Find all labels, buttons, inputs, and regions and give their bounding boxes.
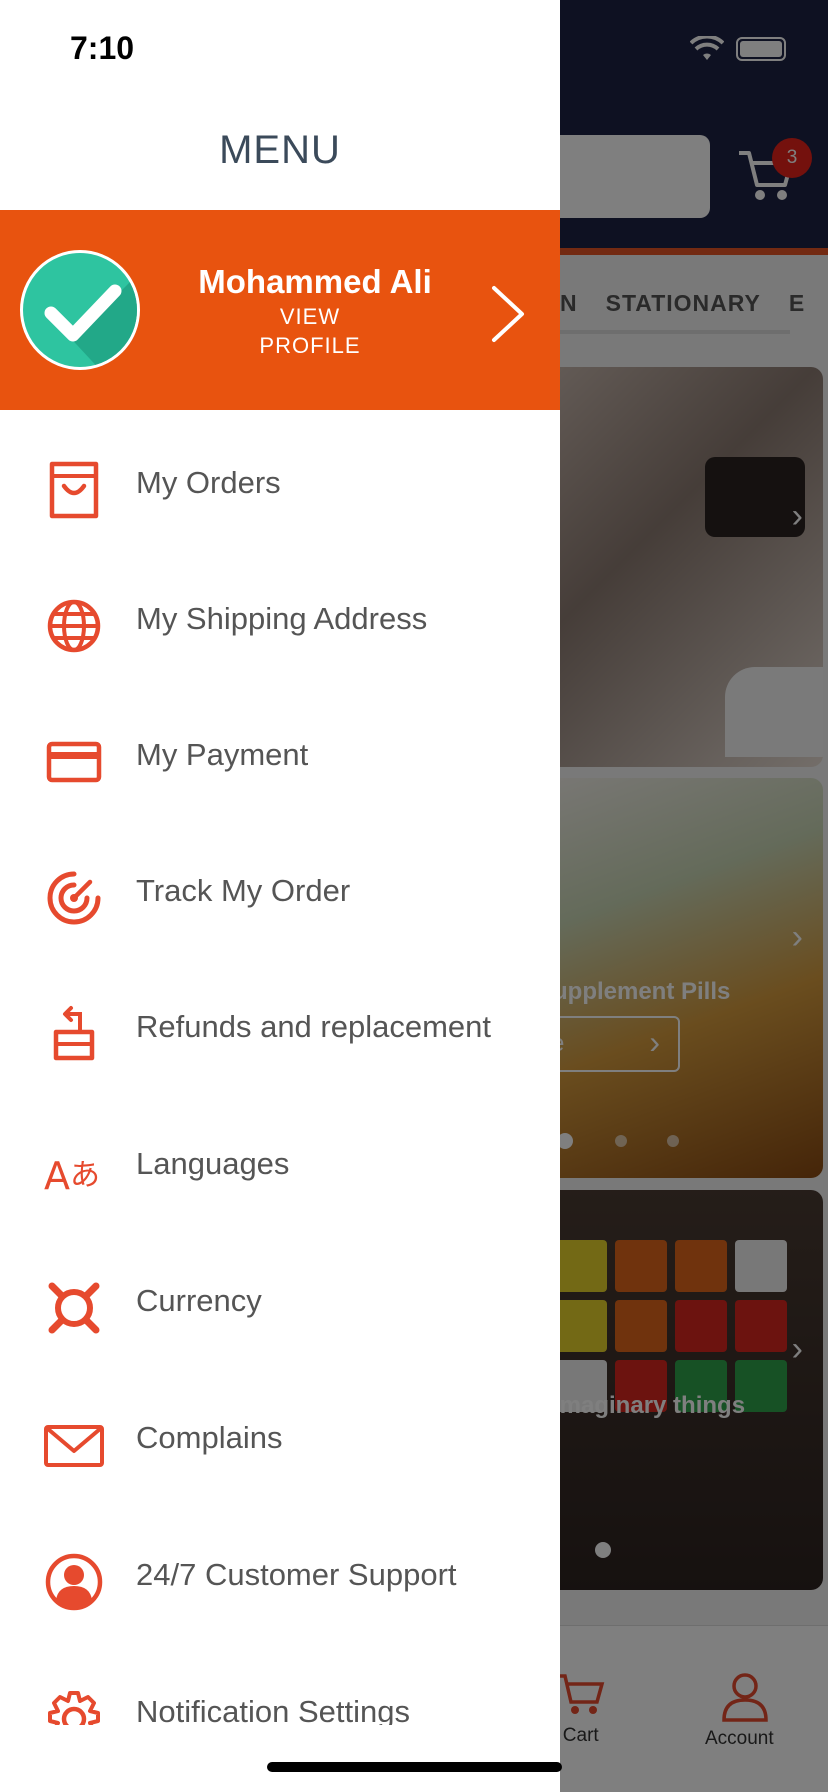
svg-text:A: A [44, 1154, 70, 1198]
gear-icon [48, 1691, 100, 1725]
menu-item-refunds[interactable]: Refunds and replacement [0, 964, 560, 1094]
checkmark-icon [44, 275, 137, 367]
menu-item-languages[interactable]: A あ Languages [0, 1101, 560, 1231]
status-time: 7:10 [70, 30, 135, 66]
menu-list: My Orders My Shipping Address My Payment [0, 420, 560, 1725]
chevron-right-icon[interactable] [488, 282, 528, 346]
menu-item-customer-support[interactable]: 24/7 Customer Support [0, 1512, 560, 1642]
user-circle-icon [45, 1553, 103, 1611]
globe-icon [47, 599, 101, 653]
menu-title: MENU [219, 128, 341, 172]
menu-item-notification-settings[interactable]: Notification Settings [0, 1649, 560, 1725]
credit-card-icon [46, 741, 102, 783]
menu-item-payment[interactable]: My Payment [0, 692, 560, 822]
menu-item-track-order[interactable]: Track My Order [0, 828, 560, 958]
shopping-bag-icon [49, 461, 99, 519]
menu-item-complains[interactable]: Complains [0, 1375, 560, 1505]
svg-text:あ: あ [70, 1158, 100, 1193]
profile-header[interactable]: Mohammed Ali VIEW PROFILE [0, 210, 560, 410]
menu-item-currency[interactable]: Currency [0, 1238, 560, 1368]
home-indicator [267, 1762, 562, 1772]
view-profile-link[interactable]: VIEW PROFILE [150, 302, 470, 360]
menu-item-shipping-address[interactable]: My Shipping Address [0, 556, 560, 686]
refund-icon [53, 1006, 95, 1061]
menu-item-my-orders[interactable]: My Orders [0, 420, 560, 550]
mail-icon [44, 1425, 104, 1467]
profile-name: Mohammed Ali [198, 263, 432, 300]
side-menu-drawer: 7:10 MENU Mohammed Ali VIEW PROFILE My O… [0, 0, 560, 1792]
target-icon [47, 871, 101, 925]
language-icon: A あ [44, 1154, 100, 1198]
currency-icon [48, 1282, 100, 1334]
avatar[interactable] [20, 250, 140, 370]
